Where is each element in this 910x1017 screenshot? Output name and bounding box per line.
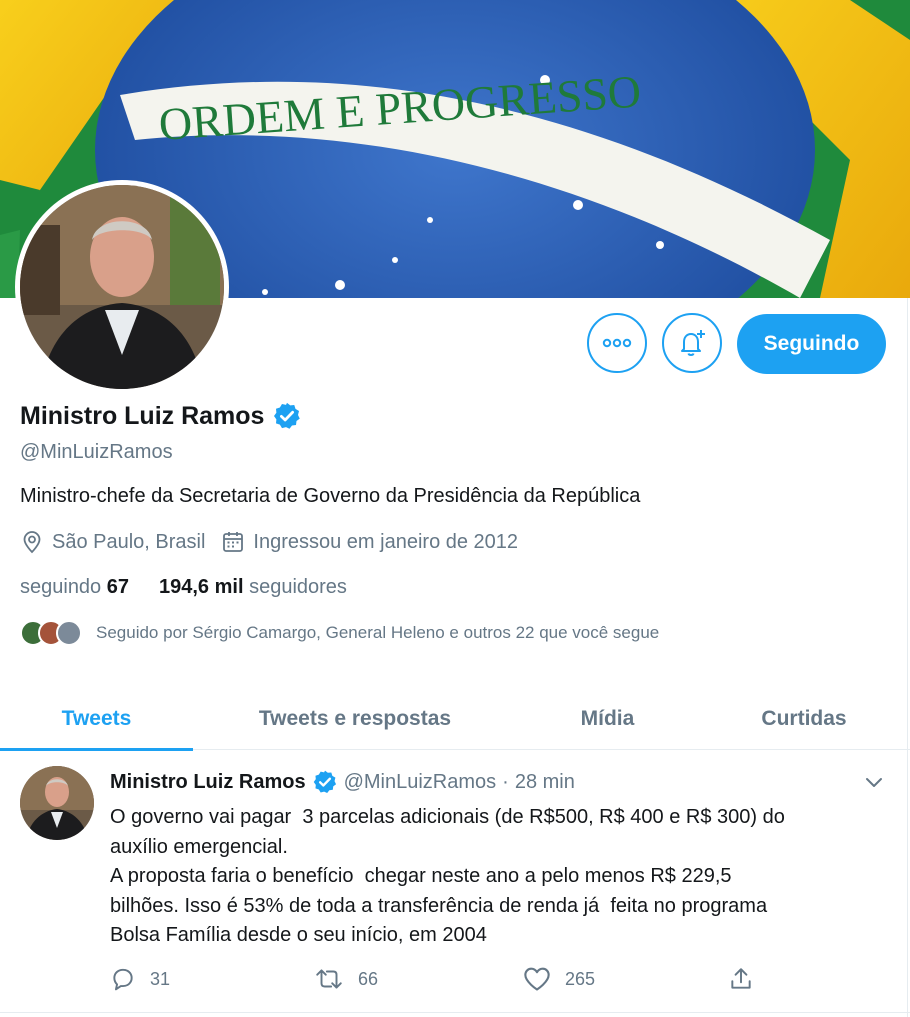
- followed-by-text: Seguido por Sérgio Camargo, General Hele…: [96, 623, 660, 642]
- tweet-timestamp[interactable]: 28 min: [515, 771, 575, 794]
- followers-count: 194,6 mil: [159, 576, 244, 598]
- tab-likes[interactable]: Curtidas: [698, 688, 910, 750]
- following-stat[interactable]: seguindo 67: [20, 576, 129, 599]
- like-button[interactable]: 265: [523, 966, 595, 992]
- followed-by-row[interactable]: Seguido por Sérgio Camargo, General Hele…: [20, 620, 659, 646]
- reply-icon: [113, 968, 133, 991]
- following-label: seguindo: [20, 576, 102, 598]
- share-button[interactable]: [728, 966, 754, 992]
- profile-name: Ministro Luiz Ramos: [20, 401, 265, 430]
- mini-avatar: [56, 620, 82, 646]
- tweet-line: bilhões. Isso é 53% de toda a transferên…: [110, 894, 768, 917]
- profile-handle: @MinLuizRamos: [20, 441, 173, 463]
- reply-button[interactable]: 31: [110, 966, 170, 992]
- like-count: 265: [565, 968, 596, 989]
- tweet-author-photo: [20, 766, 94, 840]
- profile-meta: São Paulo, Brasil Ingressou em janeiro d…: [20, 530, 534, 554]
- tweet-author-name[interactable]: Ministro Luiz Ramos: [110, 771, 306, 794]
- profile-joined: Ingressou em janeiro de 2012: [253, 530, 519, 553]
- tweet-line: Bolsa Família desde o seu início, em 200…: [110, 924, 487, 946]
- followers-label: seguidores: [249, 576, 347, 598]
- followed-by-avatars: [20, 620, 82, 646]
- retweet-icon: [316, 969, 342, 989]
- profile-tabs: Tweets Tweets e respostas Mídia Curtidas: [0, 688, 910, 751]
- verified-badge-icon: [274, 402, 301, 429]
- tweet-line: O governo vai pagar 3 parcelas adicionai…: [110, 806, 785, 828]
- tab-tweets[interactable]: Tweets: [0, 688, 193, 751]
- divider: [0, 1012, 910, 1013]
- profile-bio: Ministro-chefe da Secretaria de Governo …: [20, 485, 641, 507]
- profile-stats: seguindo 67 194,6 mil seguidores: [20, 576, 347, 599]
- more-icon: [602, 338, 632, 348]
- notifications-button[interactable]: [662, 313, 722, 373]
- location-pin-icon: [23, 531, 41, 554]
- chevron-down-icon[interactable]: [862, 770, 886, 794]
- retweet-button[interactable]: 66: [314, 966, 378, 992]
- more-button[interactable]: [587, 313, 647, 373]
- heart-icon: [524, 967, 550, 991]
- profile-location: São Paulo, Brasil: [52, 530, 206, 553]
- profile-avatar[interactable]: [15, 180, 229, 394]
- followers-stat[interactable]: 194,6 mil seguidores: [159, 576, 347, 599]
- tweet-text: O governo vai pagar 3 parcelas adicionai…: [110, 803, 890, 951]
- tweet-avatar[interactable]: [20, 766, 94, 840]
- tab-tweets-replies[interactable]: Tweets e respostas: [193, 688, 517, 750]
- profile-name-row: Ministro Luiz Ramos: [20, 401, 302, 431]
- column-border: [907, 298, 908, 1017]
- share-icon: [731, 968, 751, 989]
- tweet-line: auxílio emergencial.: [110, 835, 288, 858]
- tweet-author-handle[interactable]: @MinLuizRamos: [344, 771, 497, 794]
- following-button[interactable]: Seguindo: [737, 314, 886, 374]
- calendar-icon: [223, 532, 244, 552]
- following-count: 67: [106, 576, 129, 598]
- profile-photo: [20, 185, 224, 389]
- retweet-count: 66: [358, 968, 379, 989]
- bell-plus-icon: [681, 330, 705, 356]
- tweet-header: Ministro Luiz Ramos @MinLuizRamos · 28 m…: [110, 769, 575, 795]
- tweet-separator: ·: [502, 770, 509, 793]
- tab-media[interactable]: Mídia: [517, 688, 698, 750]
- reply-count: 31: [150, 968, 171, 989]
- tweet-line: A proposta faria o benefício chegar nest…: [110, 865, 732, 887]
- verified-badge-icon: [313, 770, 336, 794]
